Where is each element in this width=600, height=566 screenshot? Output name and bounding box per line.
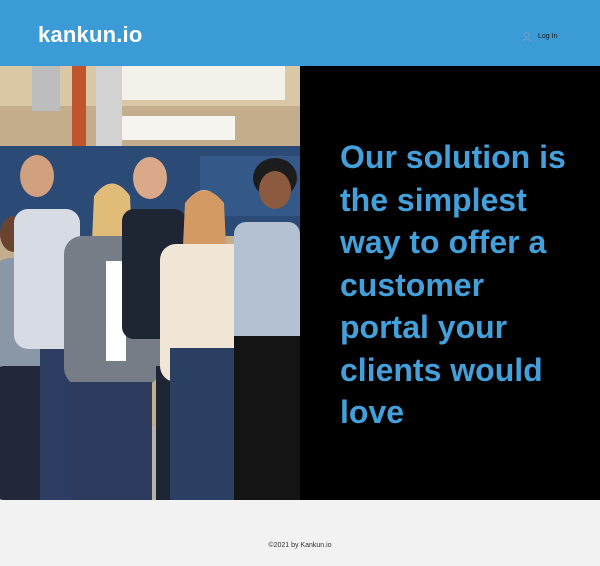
login-label: Log In bbox=[538, 32, 558, 40]
site-header: kankun.io Log In bbox=[0, 0, 600, 66]
site-logo[interactable]: kankun.io bbox=[38, 22, 143, 48]
hero-headline: Our solution is the simplest way to offe… bbox=[340, 139, 566, 430]
user-icon bbox=[521, 31, 532, 42]
headline-panel: Our solution is the simplest way to offe… bbox=[300, 66, 600, 500]
site-footer: ©2021 by Kankun.io bbox=[0, 500, 600, 566]
login-button[interactable]: Log In bbox=[521, 30, 557, 42]
hero-section: Our solution is the simplest way to offe… bbox=[0, 66, 600, 500]
team-photo bbox=[0, 66, 300, 500]
copyright-text: ©2021 by Kankun.io bbox=[268, 542, 332, 549]
team-photo-illustration bbox=[0, 66, 300, 500]
